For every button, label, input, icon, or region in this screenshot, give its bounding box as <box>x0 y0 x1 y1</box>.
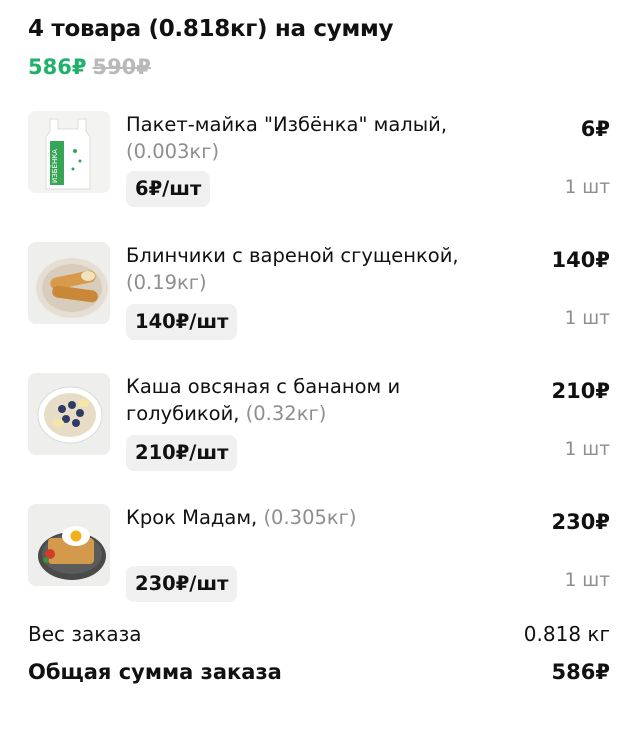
item-name: Блинчики с вареной сгущенкой, (0.19кг) <box>126 242 506 296</box>
list-item[interactable]: ИЗБЁНКА Пакет-майка "Избёнка" малый, (0.… <box>0 111 640 221</box>
porridge-icon <box>28 373 110 455</box>
order-weight-value: 0.818 кг <box>523 622 610 646</box>
item-total-price: 140₽ <box>551 248 610 272</box>
item-title: Пакет-майка "Избёнка" малый, <box>126 113 448 136</box>
order-total-row: Общая сумма заказа 586₽ <box>28 660 610 684</box>
bag-print-text: ИЗБЁНКА <box>50 149 59 183</box>
item-name: Пакет-майка "Избёнка" малый, (0.003кг) <box>126 111 506 165</box>
item-total-price: 230₽ <box>551 510 610 534</box>
order-weight-label: Вес заказа <box>28 622 142 646</box>
unit-price-badge: 6₽/шт <box>126 171 211 207</box>
item-title: Каша овсяная с бананом и <box>126 375 401 398</box>
item-weight: (0.19кг) <box>126 271 207 294</box>
list-item[interactable]: Крок Мадам, (0.305кг) 230₽/шт 230₽ 1 шт <box>0 504 640 614</box>
order-summary-title: 4 товара (0.818кг) на сумму <box>28 16 394 42</box>
original-price: 590₽ <box>92 55 151 79</box>
pancakes-icon <box>28 242 110 324</box>
list-item[interactable]: Блинчики с вареной сгущенкой, (0.19кг) 1… <box>0 242 640 352</box>
order-total-label: Общая сумма заказа <box>28 660 282 684</box>
item-quantity: 1 шт <box>564 177 610 198</box>
item-title-continued: голубикой, <box>126 402 240 425</box>
item-weight: (0.003кг) <box>126 140 220 163</box>
unit-price-badge: 230₽/шт <box>126 566 238 602</box>
order-price-row: 586₽ 590₽ <box>28 55 151 83</box>
order-weight-row: Вес заказа 0.818 кг <box>28 622 610 646</box>
item-title: Блинчики с вареной сгущенкой, <box>126 244 459 267</box>
item-total-price: 6₽ <box>580 117 610 141</box>
croque-madame-icon <box>28 504 110 586</box>
bag-icon: ИЗБЁНКА <box>28 111 110 193</box>
item-name: Каша овсяная с бананом и голубикой, (0.3… <box>126 373 506 427</box>
item-quantity: 1 шт <box>564 439 610 460</box>
item-weight: (0.32кг) <box>245 402 327 425</box>
list-item[interactable]: Каша овсяная с бананом и голубикой, (0.3… <box>0 373 640 483</box>
order-total-value: 586₽ <box>551 660 610 684</box>
unit-price-badge: 140₽/шт <box>126 304 238 340</box>
discounted-price: 586₽ <box>28 55 87 79</box>
item-name: Крок Мадам, (0.305кг) <box>126 504 506 531</box>
item-quantity: 1 шт <box>564 570 610 591</box>
item-quantity: 1 шт <box>564 308 610 329</box>
item-weight: (0.305кг) <box>263 506 357 529</box>
unit-price-badge: 210₽/шт <box>126 435 238 471</box>
item-title: Крок Мадам, <box>126 506 258 529</box>
item-total-price: 210₽ <box>551 379 610 403</box>
